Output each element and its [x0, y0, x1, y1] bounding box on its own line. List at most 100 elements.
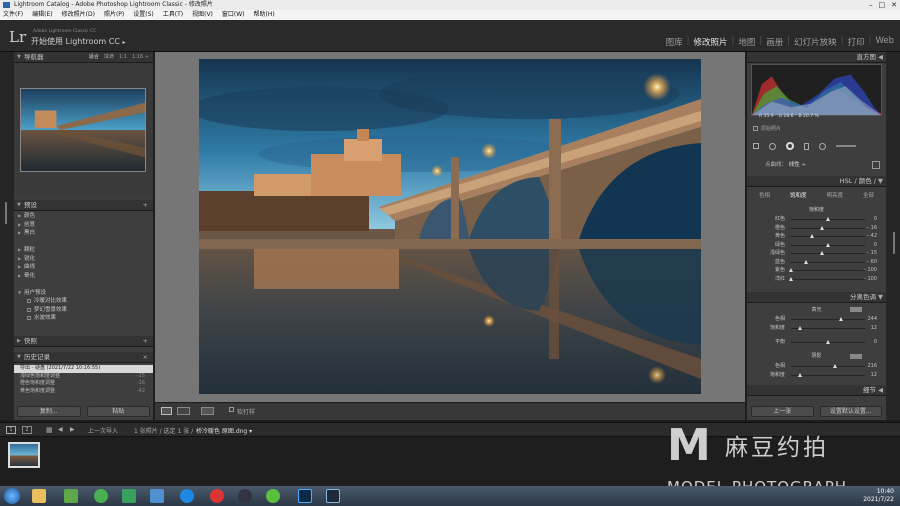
photoshop-icon[interactable] — [298, 489, 312, 503]
slider-value[interactable]: 0 — [859, 338, 877, 347]
module-map[interactable]: 地图 — [738, 36, 755, 48]
slider-knob[interactable] — [810, 234, 815, 238]
shadow-color-swatch[interactable] — [850, 354, 862, 359]
curve-target-icon[interactable] — [872, 161, 880, 169]
user-presets-folder[interactable]: ▼ 用户预设 — [14, 289, 153, 298]
slider-knob[interactable] — [820, 251, 825, 255]
slider-track[interactable] — [791, 236, 865, 237]
navigator-preview[interactable] — [20, 88, 146, 172]
crop-icon[interactable] — [753, 143, 759, 149]
slider-value[interactable]: – 100 — [859, 275, 877, 284]
left-panel-toggle[interactable] — [5, 202, 7, 224]
start-button[interactable] — [4, 488, 20, 504]
split-toning-header[interactable]: 分离色调 ▼ — [747, 292, 886, 303]
highlight-color-swatch[interactable] — [850, 307, 862, 312]
slider-track[interactable] — [791, 270, 865, 271]
slider-value[interactable]: 0 — [859, 215, 877, 224]
graduated-filter-icon[interactable] — [804, 142, 809, 150]
slider-track[interactable] — [791, 374, 865, 376]
histogram-graph[interactable] — [751, 64, 882, 116]
slider-track[interactable] — [791, 227, 865, 229]
app-icon[interactable] — [238, 489, 252, 503]
slider-track[interactable] — [791, 327, 865, 329]
filmstrip-source[interactable]: 上一次导入 — [88, 426, 118, 435]
slider-value[interactable]: – 42 — [859, 232, 877, 241]
user-preset-item[interactable]: 水波效果 — [14, 314, 153, 323]
back-arrow-icon[interactable]: ◀ — [58, 426, 63, 433]
history-item[interactable]: 黄色饱和度调整 -42 — [14, 388, 153, 396]
slider-value[interactable]: 12 — [859, 371, 877, 380]
menu-photo[interactable]: 照片(P) — [104, 10, 124, 20]
histogram-header[interactable]: 直方图 ◀ — [747, 52, 886, 63]
wechat-icon[interactable] — [266, 489, 280, 503]
snapshots-header[interactable]: ▶ 快照 + — [14, 336, 153, 347]
maximize-button[interactable]: □ — [879, 0, 886, 10]
preset-folder[interactable]: ▶ 颜色 — [14, 212, 153, 221]
slider-value[interactable]: 0 — [859, 241, 877, 250]
app-icon[interactable] — [94, 489, 108, 503]
user-preset-item[interactable]: 冷暖对比效果 — [14, 297, 153, 306]
zoom-fit[interactable]: 适合 — [89, 52, 99, 63]
lightroom-icon[interactable] — [326, 489, 340, 503]
menu-tools[interactable]: 工具(T) — [163, 10, 183, 20]
slider-value[interactable]: – 60 — [859, 258, 877, 267]
preset-folder[interactable]: ▶ 创意 — [14, 221, 153, 230]
hsl-header[interactable]: HSL / 颜色 / ▼ — [747, 176, 886, 187]
spot-removal-icon[interactable] — [769, 142, 776, 150]
grid-icon[interactable]: ▦ — [46, 426, 53, 434]
point-curve-select[interactable]: 线性 ÷ — [789, 162, 806, 168]
preset-folder[interactable]: ▶ 曲线 — [14, 263, 153, 272]
slider-track[interactable] — [791, 366, 865, 367]
clear-history-icon[interactable]: × — [143, 352, 148, 363]
slider-track[interactable] — [791, 261, 865, 263]
slider-knob[interactable] — [833, 364, 838, 368]
history-header[interactable]: ▼ 历史记录 × — [14, 352, 153, 363]
media-icon[interactable] — [122, 489, 136, 503]
slider-track[interactable] — [791, 253, 865, 254]
zoom-1-1[interactable]: 1:1 — [119, 52, 127, 63]
app-icon[interactable] — [150, 489, 164, 503]
tab-saturation[interactable]: 饱和度 — [790, 191, 807, 201]
slider-knob[interactable] — [803, 259, 808, 264]
slider-knob[interactable] — [839, 317, 844, 321]
presets-header[interactable]: ▼ 预设 + — [14, 200, 153, 211]
reset-button[interactable]: 设置默认设置... — [819, 406, 882, 417]
before-after-icon[interactable] — [177, 407, 190, 415]
menu-edit[interactable]: 编辑(E) — [32, 10, 52, 20]
original-photo-checkbox[interactable] — [753, 126, 758, 131]
module-library[interactable]: 图库 — [666, 36, 683, 48]
history-item[interactable]: 导出 - 硬盘 (2021/7/22 10:16:55) — [14, 365, 153, 373]
right-panel-toggle[interactable] — [893, 232, 895, 254]
preset-folder[interactable]: ▶ 黑白 — [14, 229, 153, 238]
adjustment-brush-icon[interactable] — [836, 145, 856, 147]
slider-value[interactable]: 244 — [859, 315, 877, 324]
app-icon[interactable] — [210, 489, 224, 503]
loupe-view-icon[interactable] — [161, 407, 172, 415]
slider-knob[interactable] — [820, 225, 825, 230]
page-1-button[interactable]: 1 — [6, 426, 16, 434]
expand-arrow-icon[interactable]: ▸ — [122, 39, 125, 46]
zoom-custom[interactable]: 1:16 ÷ — [132, 52, 149, 63]
before-after-mode-icon[interactable] — [201, 407, 214, 415]
menu-settings[interactable]: 设置(S) — [133, 10, 154, 20]
slider-knob[interactable] — [789, 268, 793, 272]
slider-track[interactable] — [791, 278, 865, 280]
preset-folder[interactable]: ▶ 颗粒 — [14, 246, 153, 255]
preset-folder[interactable]: ▶ 晕化 — [14, 272, 153, 281]
slider-knob[interactable] — [826, 217, 830, 221]
clock[interactable]: 10:40 2021/7/22 — [863, 488, 894, 504]
module-develop[interactable]: 修改照片 — [694, 36, 728, 48]
main-photo[interactable] — [199, 59, 701, 394]
history-item[interactable]: 橙色饱和度调整 -16 — [14, 380, 153, 388]
menu-view[interactable]: 视图(V) — [192, 10, 213, 20]
module-book[interactable]: 画册 — [766, 36, 783, 48]
slider-knob[interactable] — [826, 340, 830, 344]
menu-window[interactable]: 窗口(W) — [222, 10, 245, 20]
close-button[interactable]: ✕ — [891, 0, 897, 10]
current-filename[interactable]: 桥冷暖色 原图.dng ▾ — [196, 426, 252, 435]
slider-knob[interactable] — [789, 276, 793, 281]
navigator-header[interactable]: ▼ 导航器 适合 填满 1:1 1:16 ÷ — [14, 52, 153, 63]
slider-knob[interactable] — [797, 372, 802, 377]
detail-header[interactable]: 细节 ◀ — [747, 385, 886, 396]
getting-started-label[interactable]: 开始使用 Lightroom CC — [31, 37, 120, 46]
